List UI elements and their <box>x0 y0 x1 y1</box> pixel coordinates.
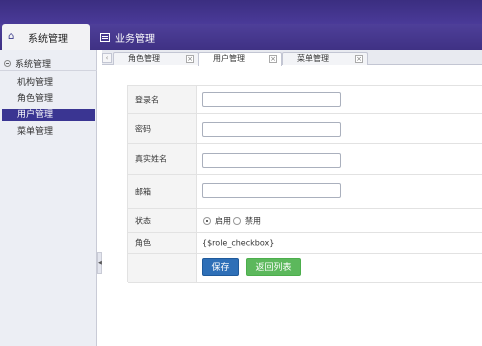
form-row-status: 状态 启用 禁用 <box>128 209 482 233</box>
status-disabled-label[interactable]: 禁用 <box>245 215 261 226</box>
role-checkbox-placeholder: {$role_checkbox} <box>202 238 275 248</box>
field-label-cell: 状态 <box>128 209 197 232</box>
field-label-cell: 角色 <box>128 233 197 253</box>
sidebar-item-users[interactable]: 用户管理 <box>2 109 95 121</box>
tab-business-management[interactable]: 业务管理 <box>100 30 155 45</box>
role-label: 角色 <box>135 238 151 248</box>
status-enabled-label[interactable]: 启用 <box>215 215 231 226</box>
tab-business-label: 业务管理 <box>115 33 155 45</box>
sidebar-group-label: 系统管理 <box>15 60 52 70</box>
form-row-actions: 保存 返回列表 <box>128 254 482 283</box>
field-label-cell: 登录名 <box>128 86 197 113</box>
realname-input[interactable] <box>202 153 341 168</box>
form-row-role: 角色 {$role_checkbox} <box>128 233 482 254</box>
sidebar-item-roles[interactable]: 角色管理 <box>0 93 96 105</box>
login-label: 登录名 <box>135 95 159 104</box>
close-icon[interactable]: × <box>355 55 363 63</box>
sidebar: 系统管理 机构管理 角色管理 用户管理 菜单管理 <box>0 50 97 346</box>
content-tab-label: 角色管理 <box>128 54 160 63</box>
email-input[interactable] <box>202 183 341 198</box>
tab-scroll-left-icon[interactable]: ‹ <box>102 53 112 63</box>
realname-label: 真实姓名 <box>135 154 167 164</box>
password-input[interactable] <box>202 122 341 137</box>
sidebar-item-menus[interactable]: 菜单管理 <box>0 126 96 138</box>
content-tab-menus[interactable]: 菜单管理 × <box>282 52 368 65</box>
user-form: 登录名 密码 真实姓名 邮箱 状态 启用 禁用 角色 {$role_checkb… <box>127 85 482 283</box>
window-icon <box>100 32 110 42</box>
save-button[interactable]: 保存 <box>202 258 239 276</box>
field-label-cell: 密码 <box>128 114 197 143</box>
sidebar-collapse-handle[interactable]: ◀ <box>97 252 102 274</box>
field-label-cell: 邮箱 <box>128 175 197 208</box>
sidebar-divider <box>0 70 97 71</box>
content-tab-label: 菜单管理 <box>297 54 329 63</box>
form-row-email: 邮箱 <box>128 175 482 209</box>
back-to-list-button[interactable]: 返回列表 <box>246 258 301 276</box>
collapse-group-icon[interactable] <box>4 60 11 67</box>
form-row-login: 登录名 <box>128 86 482 114</box>
content-tab-roles[interactable]: 角色管理 × <box>113 52 199 65</box>
form-row-realname: 真实姓名 <box>128 144 482 175</box>
sidebar-group-header[interactable]: 系统管理 <box>4 57 51 70</box>
content-tab-users[interactable]: 用户管理 × <box>198 52 282 66</box>
sidebar-item-org[interactable]: 机构管理 <box>0 77 96 89</box>
tab-system-label: 系统管理 <box>28 33 68 45</box>
tab-system-management[interactable]: ⌂ 系统管理 <box>2 24 90 50</box>
field-label-cell <box>128 254 197 282</box>
status-label: 状态 <box>135 216 151 225</box>
password-label: 密码 <box>135 124 151 133</box>
close-icon[interactable]: × <box>186 55 194 63</box>
close-icon[interactable]: × <box>269 55 277 63</box>
content-tab-label: 用户管理 <box>213 54 245 63</box>
status-enabled-radio[interactable] <box>203 216 211 225</box>
email-label: 邮箱 <box>135 187 151 196</box>
form-row-password: 密码 <box>128 114 482 144</box>
home-icon: ⌂ <box>8 31 15 42</box>
top-header-bar <box>0 0 482 24</box>
field-label-cell: 真实姓名 <box>128 144 197 174</box>
status-disabled-radio[interactable] <box>233 216 241 225</box>
login-name-input[interactable] <box>202 92 341 107</box>
